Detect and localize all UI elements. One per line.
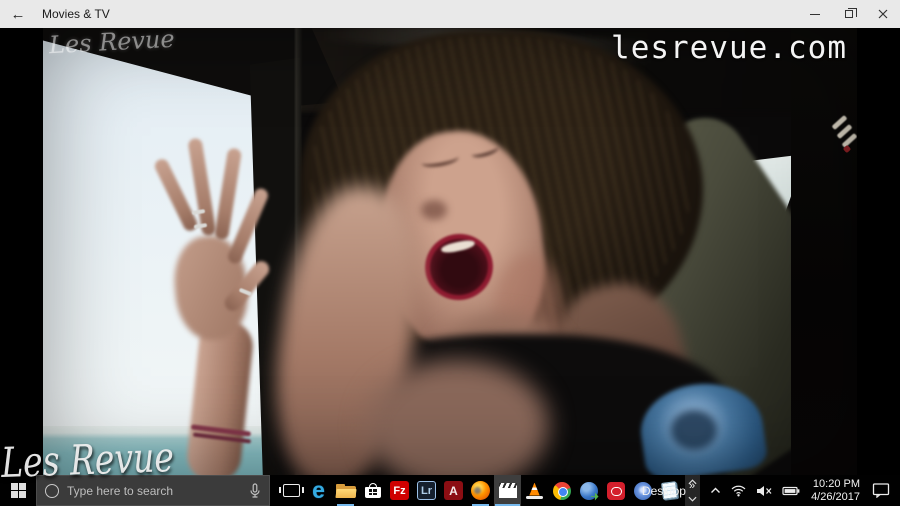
restore-icon bbox=[845, 10, 853, 18]
movies-tv-clapperboard-icon bbox=[499, 483, 517, 498]
taskbar-item-edge[interactable]: e bbox=[305, 475, 332, 506]
battery-status[interactable] bbox=[782, 486, 800, 496]
microphone-icon[interactable] bbox=[249, 483, 261, 499]
taskbar-app-icons: e Fz Lr A bbox=[278, 475, 700, 506]
site-watermark: lesrevue.com bbox=[611, 30, 847, 66]
search-input[interactable] bbox=[67, 484, 245, 498]
action-center-button[interactable] bbox=[872, 483, 890, 498]
minimize-button[interactable] bbox=[798, 0, 832, 28]
task-view-icon bbox=[283, 484, 300, 497]
taskbar-item-movies-tv-active[interactable] bbox=[494, 475, 521, 506]
minimize-icon bbox=[810, 14, 820, 15]
windows-logo-icon bbox=[11, 483, 26, 498]
wifi-icon bbox=[731, 484, 746, 497]
taskbar-item-creative-cloud[interactable] bbox=[602, 475, 629, 506]
taskbar-item-updater[interactable] bbox=[575, 475, 602, 506]
taskbar-item-file-explorer[interactable] bbox=[332, 475, 359, 506]
microsoft-store-icon bbox=[365, 483, 381, 498]
action-center-icon bbox=[872, 483, 890, 498]
blue-globe-updater-icon bbox=[580, 482, 598, 500]
clock-time: 10:20 PM bbox=[811, 478, 860, 491]
creative-cloud-icon bbox=[607, 482, 625, 500]
volume-muted-icon bbox=[756, 485, 772, 497]
dark-door-interior bbox=[791, 28, 857, 475]
acrobat-icon: A bbox=[444, 481, 463, 500]
firefox-icon bbox=[471, 481, 490, 500]
desktop-toolbar[interactable]: Desktop » bbox=[642, 484, 695, 498]
start-button[interactable] bbox=[0, 475, 36, 506]
window-controls bbox=[798, 0, 900, 28]
app-title: Movies & TV bbox=[42, 7, 110, 21]
filezilla-icon: Fz bbox=[390, 481, 409, 500]
nose-shadow bbox=[421, 200, 447, 220]
desktop-overflow-chevron: » bbox=[689, 480, 695, 492]
task-view-button[interactable] bbox=[278, 475, 305, 506]
video-letterbox: Les Revue lesrevue.com bbox=[0, 28, 900, 475]
taskbar-item-vlc[interactable] bbox=[521, 475, 548, 506]
battery-icon bbox=[782, 486, 800, 496]
app-titlebar: ← Movies & TV bbox=[0, 0, 900, 28]
lightroom-icon: Lr bbox=[417, 481, 436, 500]
tattoo-face-motif bbox=[671, 410, 717, 450]
cortana-circle-icon bbox=[45, 484, 59, 498]
taskbar-item-filezilla[interactable]: Fz bbox=[386, 475, 413, 506]
desktop-screen: ← Movies & TV bbox=[0, 0, 900, 506]
close-icon bbox=[878, 9, 888, 19]
chrome-icon bbox=[553, 482, 571, 500]
close-button[interactable] bbox=[866, 0, 900, 28]
clock-date: 4/26/2017 bbox=[811, 491, 860, 504]
show-hidden-icons-button[interactable] bbox=[710, 487, 721, 494]
taskbar-item-chrome[interactable] bbox=[548, 475, 575, 506]
desktop-toolbar-label: Desktop bbox=[642, 484, 686, 498]
volume-status[interactable] bbox=[756, 485, 772, 497]
edge-icon: e bbox=[312, 479, 325, 502]
taskbar-clock[interactable]: 10:20 PM 4/26/2017 bbox=[811, 478, 860, 504]
back-arrow-icon: ← bbox=[11, 6, 26, 23]
taskbar-item-acrobat[interactable]: A bbox=[440, 475, 467, 506]
chevron-up-icon bbox=[710, 487, 721, 494]
taskbar-item-firefox[interactable] bbox=[467, 475, 494, 506]
video-surface[interactable]: Les Revue lesrevue.com bbox=[43, 28, 857, 475]
taskbar: e Fz Lr A bbox=[0, 475, 900, 506]
vlc-cone-icon bbox=[526, 483, 543, 499]
taskbar-item-lightroom[interactable]: Lr bbox=[413, 475, 440, 506]
back-button[interactable]: ← bbox=[0, 0, 36, 28]
system-tray: Desktop » bbox=[642, 475, 900, 506]
taskbar-item-store[interactable] bbox=[359, 475, 386, 506]
restore-button[interactable] bbox=[832, 0, 866, 28]
file-explorer-icon bbox=[336, 483, 356, 499]
taskbar-search-box[interactable] bbox=[36, 475, 270, 506]
wifi-status[interactable] bbox=[731, 484, 746, 497]
